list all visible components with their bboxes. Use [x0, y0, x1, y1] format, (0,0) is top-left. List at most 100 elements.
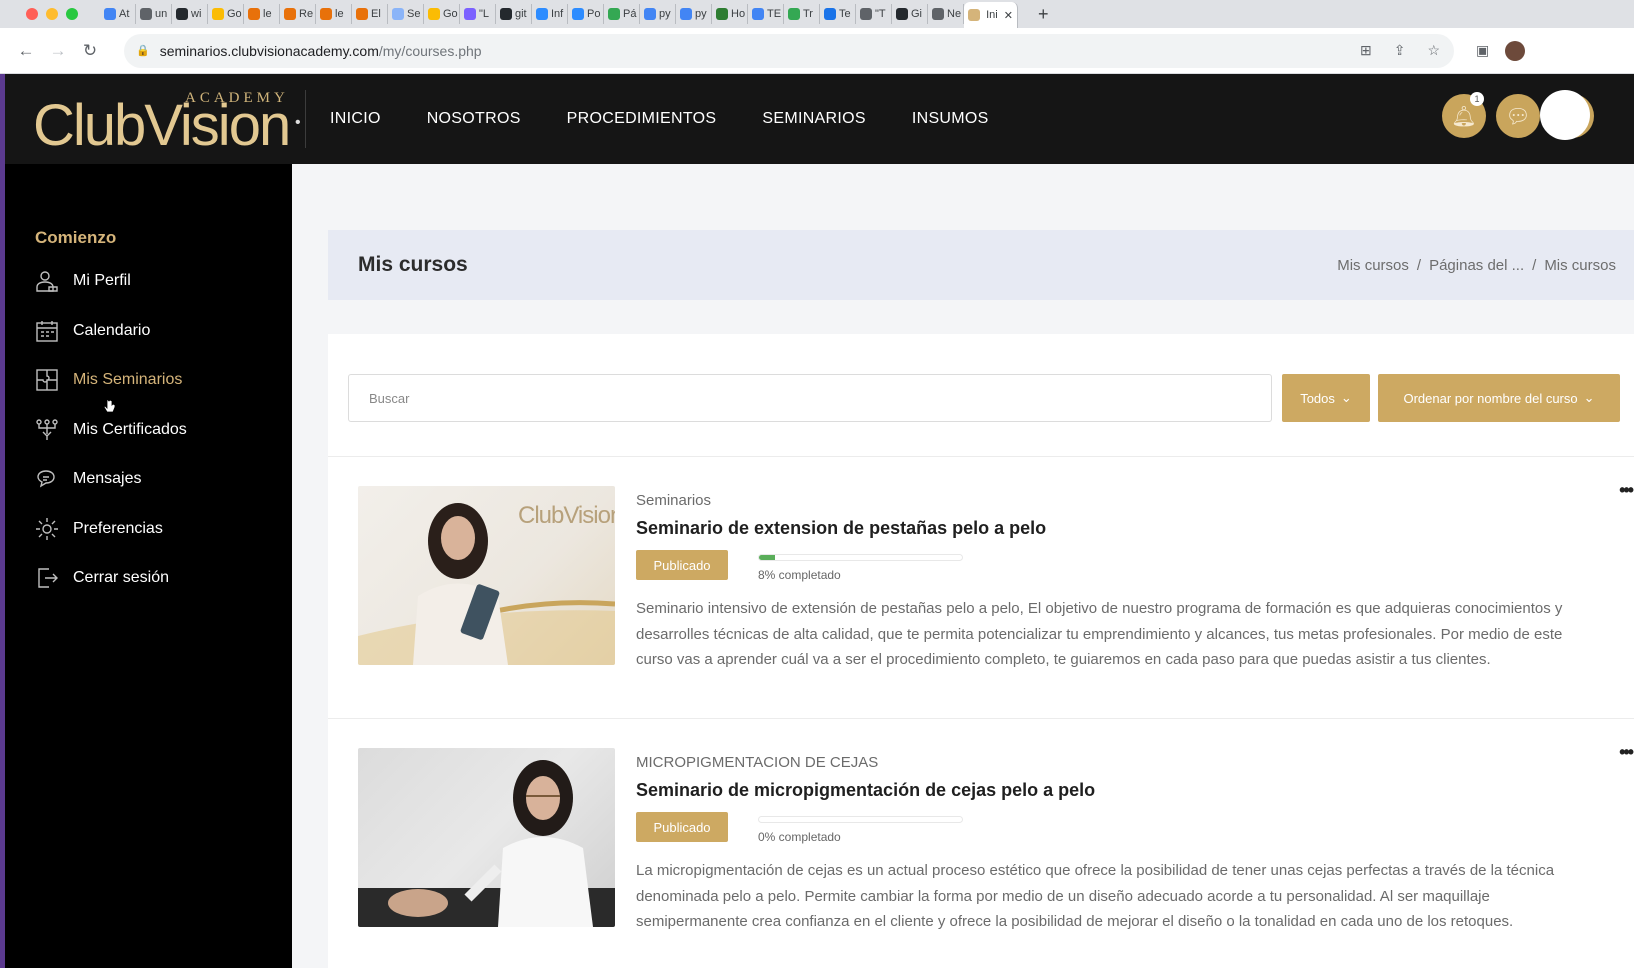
browser-tab[interactable]: El — [352, 4, 388, 24]
tab-title: Po — [587, 8, 601, 20]
browser-tab[interactable]: Tr — [784, 4, 820, 24]
tab-title: le — [263, 8, 272, 20]
back-button[interactable]: ← — [10, 41, 42, 61]
tab-favicon-icon — [644, 8, 656, 20]
bookmark-star-icon[interactable]: ☆ — [1427, 42, 1440, 59]
breadcrumb-separator: / — [1416, 256, 1422, 274]
forward-button[interactable]: → — [42, 41, 74, 61]
side-panel-icon[interactable]: ▣ — [1476, 42, 1489, 59]
browser-tab[interactable]: py — [676, 4, 712, 24]
browser-tab-active[interactable]: Ini ✕ — [964, 2, 1018, 28]
sidebar-item-mis-seminarios[interactable]: Mis Seminarios — [35, 365, 182, 395]
browser-tab[interactable]: py — [640, 4, 676, 24]
browser-tab[interactable]: Go — [208, 4, 244, 24]
course-thumbnail[interactable] — [358, 748, 615, 927]
browser-toolbar: ← → ↻ 🔒 seminarios.clubvisionacademy.com… — [0, 28, 1634, 74]
mouse-pointer-icon — [104, 398, 116, 413]
browser-tab[interactable]: Inf — [532, 4, 568, 24]
tab-title: Ini — [986, 9, 998, 21]
search-input[interactable]: Buscar — [348, 374, 1272, 422]
browser-tab[interactable]: Pá — [604, 4, 640, 24]
sidebar-item-calendario[interactable]: Calendario — [35, 316, 150, 346]
share-icon[interactable]: ⇪ — [1394, 42, 1406, 59]
course-title[interactable]: Seminario de micropigmentación de cejas … — [636, 780, 1095, 801]
divider — [328, 718, 1634, 719]
status-filter-dropdown[interactable]: Todos ⌄ — [1282, 374, 1370, 422]
browser-tab[interactable]: Po — [568, 4, 604, 24]
reload-button[interactable]: ↻ — [74, 41, 106, 61]
sidebar-item-preferencias[interactable]: Preferencias — [35, 514, 163, 544]
more-options-icon[interactable]: ••• — [1619, 480, 1634, 501]
browser-tab[interactable]: Ne — [928, 4, 964, 24]
progress-text: 8% completado — [758, 568, 841, 582]
tab-favicon-icon — [932, 8, 944, 20]
lock-icon: 🔒 — [136, 45, 150, 57]
browser-tab[interactable]: le — [244, 4, 280, 24]
clubvision-logo[interactable]: ACADEMY ClubVision • — [5, 74, 305, 164]
tab-favicon-icon — [176, 8, 188, 20]
tab-favicon-icon — [860, 8, 872, 20]
close-window-button[interactable] — [26, 8, 38, 20]
tab-favicon-icon — [572, 8, 584, 20]
breadcrumb-separator: / — [1532, 256, 1537, 274]
browser-tab[interactable]: Se — [388, 4, 424, 24]
new-tab-button[interactable]: + — [1038, 4, 1049, 25]
sidebar-item-mi-perfil[interactable]: Mi Perfil — [35, 266, 131, 296]
translate-icon[interactable]: ⊞ — [1360, 42, 1372, 59]
tab-title: Inf — [551, 8, 564, 20]
breadcrumb-item[interactable]: Mis cursos — [1337, 257, 1409, 274]
divider — [328, 456, 1634, 457]
close-tab-icon[interactable]: ✕ — [1004, 9, 1013, 22]
sidebar-item-label: Cerrar sesión — [73, 569, 170, 586]
user-avatar[interactable] — [1540, 90, 1590, 140]
sidebar-item-label: Preferencias — [73, 520, 163, 537]
tab-title: "L — [479, 8, 490, 20]
browser-tab[interactable]: Ho — [712, 4, 748, 24]
sidebar-item-mis-certificados[interactable]: Mis Certificados — [35, 415, 187, 445]
browser-tab[interactable]: "T — [856, 4, 892, 24]
nav-insumos[interactable]: INSUMOS — [912, 110, 989, 128]
breadcrumb-item[interactable]: Páginas del ... — [1429, 257, 1524, 274]
tab-favicon-icon — [428, 8, 440, 20]
browser-tab[interactable]: Re — [280, 4, 316, 24]
browser-profile-avatar[interactable] — [1505, 40, 1526, 61]
browser-tab[interactable]: le — [316, 4, 352, 24]
tab-title: git — [515, 8, 527, 20]
address-bar[interactable]: 🔒 seminarios.clubvisionacademy.com/my/co… — [124, 33, 1454, 68]
thumbnail-brand-text: ClubVision — [518, 502, 615, 529]
browser-tab[interactable]: "L — [460, 4, 496, 24]
nav-procedimientos[interactable]: PROCEDIMIENTOS — [567, 110, 717, 128]
browser-tab[interactable]: un — [136, 4, 172, 24]
browser-tab[interactable]: git — [496, 4, 532, 24]
progress-fill — [759, 555, 776, 560]
sort-dropdown[interactable]: Ordenar por nombre del curso ⌄ — [1378, 374, 1620, 422]
course-title[interactable]: Seminario de extension de pestañas pelo … — [636, 518, 1046, 539]
course-image-person — [358, 760, 615, 927]
gear-icon — [35, 517, 59, 541]
browser-tab[interactable]: wi — [172, 4, 208, 24]
messages-button[interactable]: 💬︎ — [1496, 94, 1540, 138]
sidebar-item-cerrar-sesion[interactable]: Cerrar sesión — [35, 563, 169, 593]
tab-title: TE — [767, 8, 782, 20]
notifications-button[interactable]: 🔔︎ 1 — [1442, 92, 1486, 138]
tab-title: py — [659, 8, 671, 20]
browser-tab[interactable]: Te — [820, 4, 856, 24]
browser-tab[interactable]: At — [100, 4, 136, 24]
page-title: Mis cursos — [358, 253, 468, 276]
tab-title: Ho — [731, 8, 746, 20]
maximize-window-button[interactable] — [66, 8, 78, 20]
tab-favicon-icon — [896, 8, 908, 20]
main-navigation: INICIO NOSOTROS PROCEDIMIENTOS SEMINARIO… — [330, 110, 989, 128]
more-options-icon[interactable]: ••• — [1619, 742, 1634, 763]
user-profile-icon — [35, 269, 59, 293]
tab-title: Se — [407, 8, 421, 20]
sidebar-item-mensajes[interactable]: Mensajes — [35, 464, 141, 494]
browser-tab[interactable]: TE — [748, 4, 784, 24]
course-thumbnail[interactable]: ClubVision — [358, 486, 615, 665]
nav-seminarios[interactable]: SEMINARIOS — [762, 110, 865, 128]
browser-tab[interactable]: Gi — [892, 4, 928, 24]
nav-nosotros[interactable]: NOSOTROS — [427, 110, 521, 128]
minimize-window-button[interactable] — [46, 8, 58, 20]
nav-inicio[interactable]: INICIO — [330, 110, 381, 128]
browser-tab[interactable]: Go — [424, 4, 460, 24]
